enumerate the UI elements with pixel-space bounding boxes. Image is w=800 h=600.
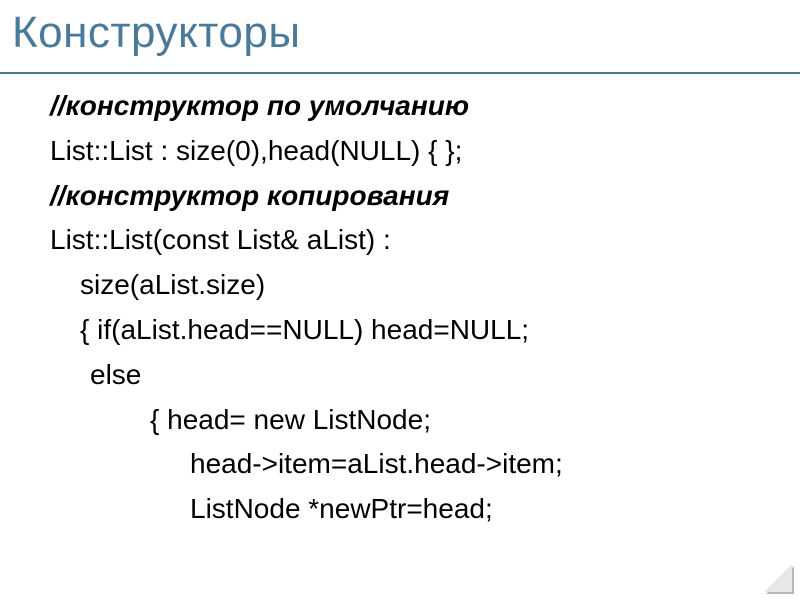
code-copy-constructor-decl: List::List(const List& aList) : <box>50 218 800 263</box>
code-size-init: size(aList.size) <box>50 263 800 308</box>
page-corner-icon <box>766 566 794 594</box>
code-else: else <box>50 353 800 398</box>
code-if-null: { if(aList.head==NULL) head=NULL; <box>50 308 800 353</box>
comment-copy-constructor: //конструктор копирования <box>50 174 800 219</box>
code-newptr: ListNode *newPtr=head; <box>50 487 800 532</box>
code-head-item: head->item=aList.head->item; <box>50 442 800 487</box>
slide-title: Конструкторы <box>0 0 800 74</box>
slide-content: //конструктор по умолчанию List::List : … <box>0 74 800 532</box>
slide-container: Конструкторы //конструктор по умолчанию … <box>0 0 800 600</box>
code-new-listnode: { head= new ListNode; <box>50 398 800 443</box>
code-default-constructor: List::List : size(0),head(NULL) { }; <box>50 129 800 174</box>
comment-default-constructor: //конструктор по умолчанию <box>50 84 800 129</box>
